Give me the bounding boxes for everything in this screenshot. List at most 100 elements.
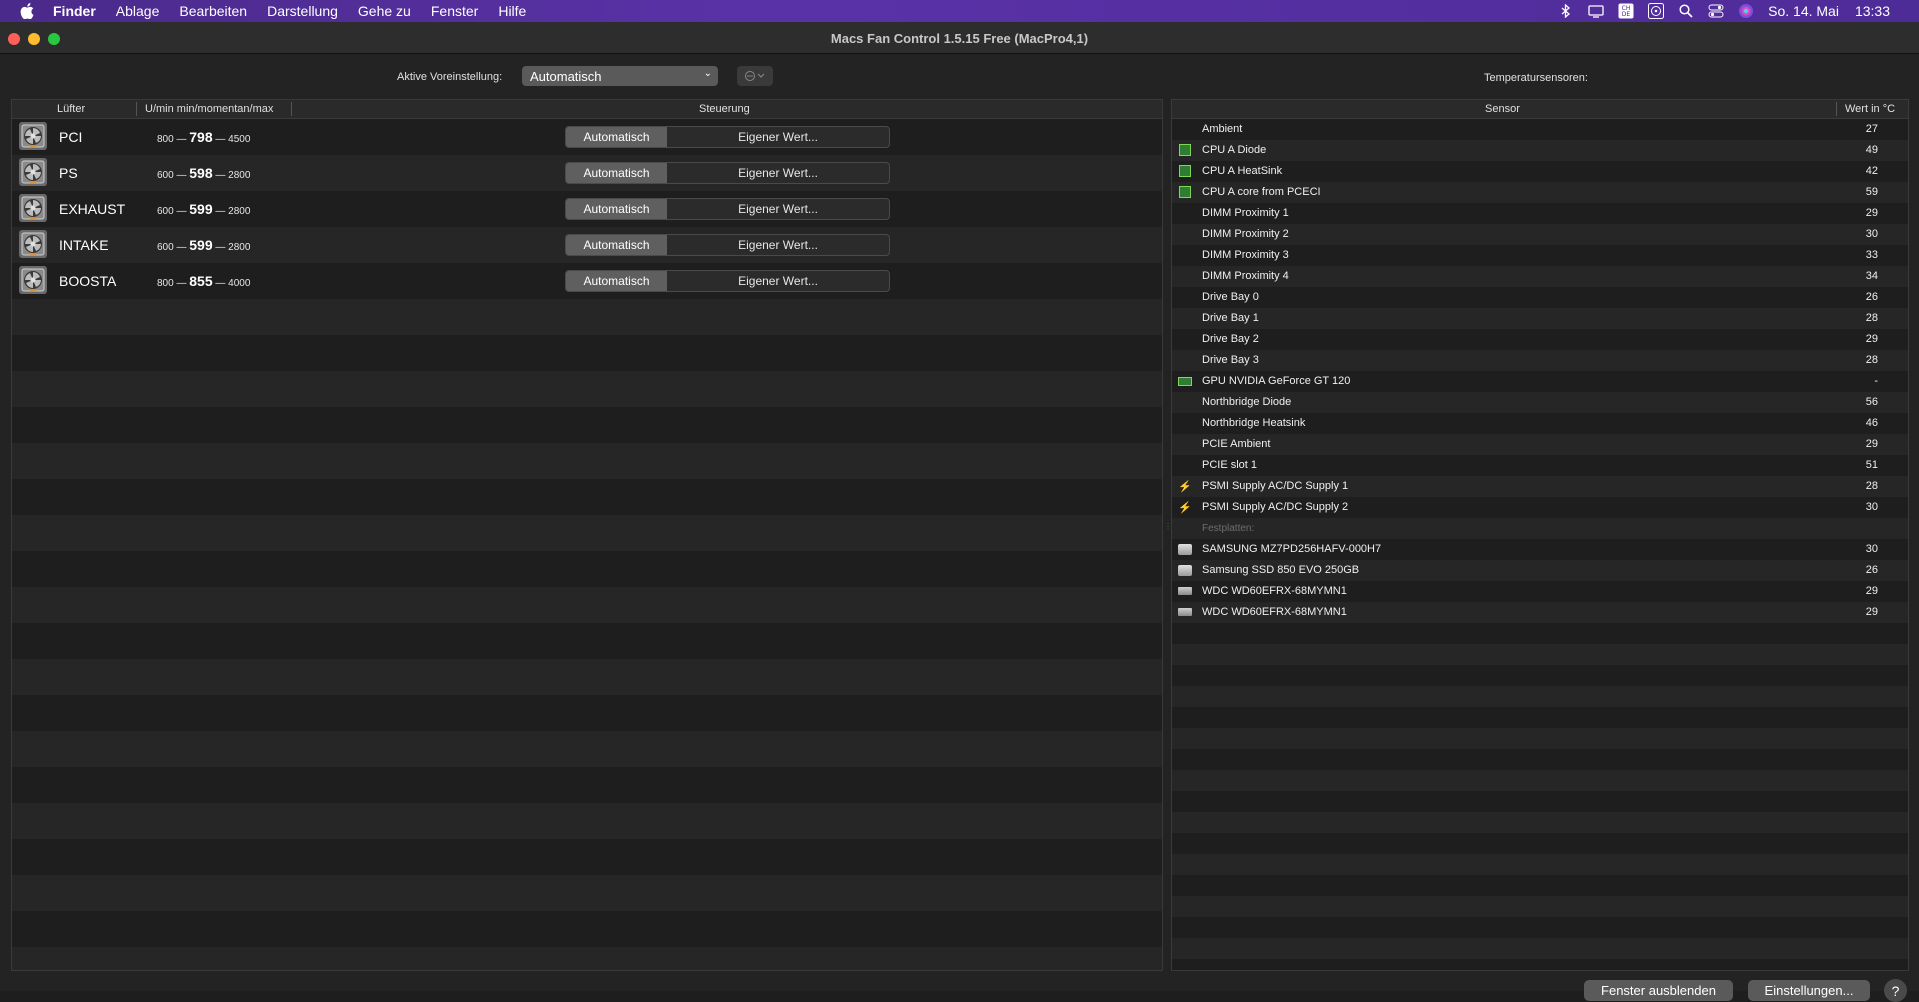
- sensor-icon: [1178, 605, 1192, 619]
- auto-control-button[interactable]: Automatisch: [566, 235, 667, 255]
- spotlight-icon[interactable]: [1678, 3, 1694, 19]
- sensor-value: 29: [1865, 585, 1878, 597]
- auto-control-button[interactable]: Automatisch: [566, 271, 667, 291]
- sensor-icon: [1178, 143, 1192, 157]
- fan-speed-min: 600 —: [157, 206, 187, 217]
- empty-row: [12, 479, 1162, 515]
- sensor-row[interactable]: Drive Bay 3 28: [1172, 350, 1908, 371]
- control-center-icon[interactable]: [1708, 3, 1724, 19]
- sensor-column-header[interactable]: Sensor: [1485, 103, 1520, 115]
- menu-finder[interactable]: Finder: [53, 3, 96, 19]
- fan-speed-max: — 4000: [215, 278, 251, 289]
- sensor-name: DIMM Proximity 2: [1202, 228, 1289, 240]
- empty-row: [1172, 875, 1908, 896]
- fan-control-segmented[interactable]: Automatisch Eigener Wert...: [565, 162, 890, 184]
- fan-row[interactable]: INTAKE 600 — 599 — 2800 Automatisch Eigener…: [12, 227, 1162, 263]
- menu-darstellung[interactable]: Darstellung: [267, 3, 338, 19]
- sensor-icon: [1178, 542, 1192, 556]
- sensor-row[interactable]: DIMM Proximity 1 29: [1172, 203, 1908, 224]
- app-window: Macs Fan Control 1.5.15 Free (MacPro4,1)…: [0, 22, 1919, 1002]
- sensor-row[interactable]: Ambient 27: [1172, 119, 1908, 140]
- panel-splitter[interactable]: ⋮: [1164, 522, 1172, 531]
- sensor-value: 30: [1865, 501, 1878, 513]
- preset-dropdown-value: Automatisch: [530, 68, 602, 84]
- menubar-time[interactable]: 13:33: [1855, 3, 1890, 19]
- custom-value-button[interactable]: Eigener Wert...: [667, 199, 889, 219]
- menu-gehe-zu[interactable]: Gehe zu: [358, 3, 411, 19]
- empty-row: [1172, 854, 1908, 875]
- fan-row[interactable]: BOOSTA 800 — 855 — 4000 Automatisch Eigener…: [12, 263, 1162, 299]
- custom-value-button[interactable]: Eigener Wert...: [667, 271, 889, 291]
- fan-icon: [19, 158, 47, 186]
- fan-icon: [19, 194, 47, 222]
- fan-speed: 600 — 599 — 2800: [157, 201, 250, 217]
- fan-speed-max: — 4500: [215, 134, 251, 145]
- preset-dropdown[interactable]: Automatisch ⌄: [522, 66, 718, 86]
- value-column-header[interactable]: Wert in °C: [1845, 103, 1895, 115]
- auto-control-button[interactable]: Automatisch: [566, 127, 667, 147]
- bluetooth-icon[interactable]: [1558, 3, 1574, 19]
- fan-column-header[interactable]: Lüfter: [57, 103, 85, 115]
- sensor-row[interactable]: PCIE Ambient 29: [1172, 434, 1908, 455]
- keyboard-layout-icon[interactable]: CH DE: [1618, 3, 1634, 19]
- menu-ablage[interactable]: Ablage: [116, 3, 160, 19]
- window-title: Macs Fan Control 1.5.15 Free (MacPro4,1): [830, 31, 1089, 46]
- sensor-row[interactable]: PCIE slot 1 51: [1172, 455, 1908, 476]
- fan-name: EXHAUST: [59, 201, 126, 217]
- sensor-row[interactable]: Samsung SSD 850 EVO 250GB 26: [1172, 560, 1908, 581]
- custom-value-button[interactable]: Eigener Wert...: [667, 235, 889, 255]
- fan-table: Lüfter U/min min/momentan/max Steuerung …: [11, 99, 1163, 971]
- speed-column-header[interactable]: U/min min/momentan/max: [145, 103, 273, 115]
- empty-row: [12, 587, 1162, 623]
- control-column-header[interactable]: Steuerung: [699, 103, 750, 115]
- sensor-row[interactable]: WDC WD60EFRX-68MYMN1 29: [1172, 581, 1908, 602]
- sensor-row[interactable]: CPU A HeatSink 42: [1172, 161, 1908, 182]
- auto-control-button[interactable]: Automatisch: [566, 163, 667, 183]
- empty-row: [1172, 623, 1908, 644]
- sensor-row[interactable]: CPU A Diode 49: [1172, 140, 1908, 161]
- sensor-row[interactable]: ⚡ PSMI Supply AC/DC Supply 2 30: [1172, 497, 1908, 518]
- fan-speed: 600 — 598 — 2800: [157, 165, 250, 181]
- sensor-row[interactable]: WDC WD60EFRX-68MYMN1 29: [1172, 602, 1908, 623]
- fan-speed-min: 600 —: [157, 242, 187, 253]
- fan-control-icon[interactable]: [1648, 3, 1665, 19]
- sensor-row[interactable]: DIMM Proximity 3 33: [1172, 245, 1908, 266]
- sensor-row[interactable]: Northbridge Diode 56: [1172, 392, 1908, 413]
- sensor-name: Drive Bay 0: [1202, 291, 1259, 303]
- empty-row: [12, 695, 1162, 731]
- fan-row[interactable]: EXHAUST 600 — 599 — 2800 Automatisch Eigene…: [12, 191, 1162, 227]
- sensor-row[interactable]: DIMM Proximity 4 34: [1172, 266, 1908, 287]
- sensor-row[interactable]: Drive Bay 1 28: [1172, 308, 1908, 329]
- siri-icon[interactable]: [1738, 3, 1754, 19]
- empty-row: [1172, 707, 1908, 728]
- custom-value-button[interactable]: Eigener Wert...: [667, 127, 889, 147]
- sensor-row[interactable]: Drive Bay 0 26: [1172, 287, 1908, 308]
- fan-control-segmented[interactable]: Automatisch Eigener Wert...: [565, 198, 890, 220]
- sensor-row[interactable]: Drive Bay 2 29: [1172, 329, 1908, 350]
- sensor-row[interactable]: SAMSUNG MZ7PD256HAFV-000H7 30: [1172, 539, 1908, 560]
- fan-control-segmented[interactable]: Automatisch Eigener Wert...: [565, 126, 890, 148]
- auto-control-button[interactable]: Automatisch: [566, 199, 667, 219]
- sensor-row[interactable]: GPU NVIDIA GeForce GT 120 -: [1172, 371, 1908, 392]
- menu-bearbeiten[interactable]: Bearbeiten: [179, 3, 247, 19]
- sensor-row[interactable]: CPU A core from PCECI 59: [1172, 182, 1908, 203]
- sensor-name: CPU A core from PCECI: [1202, 186, 1321, 198]
- sensor-row[interactable]: DIMM Proximity 2 30: [1172, 224, 1908, 245]
- fan-speed: 800 — 855 — 4000: [157, 273, 250, 289]
- title-bar[interactable]: Macs Fan Control 1.5.15 Free (MacPro4,1): [0, 22, 1919, 54]
- sensor-name: WDC WD60EFRX-68MYMN1: [1202, 585, 1347, 597]
- menu-fenster[interactable]: Fenster: [431, 3, 478, 19]
- sensor-row[interactable]: ⚡ PSMI Supply AC/DC Supply 1 28: [1172, 476, 1908, 497]
- preset-actions-button[interactable]: [737, 66, 773, 86]
- sensor-row[interactable]: Northbridge Heatsink 46: [1172, 413, 1908, 434]
- empty-row: [1172, 749, 1908, 770]
- fan-row[interactable]: PCI 800 — 798 — 4500 Automatisch Eigener We…: [12, 119, 1162, 155]
- menu-hilfe[interactable]: Hilfe: [498, 3, 526, 19]
- menubar-date[interactable]: So. 14. Mai: [1768, 3, 1839, 19]
- custom-value-button[interactable]: Eigener Wert...: [667, 163, 889, 183]
- fan-row[interactable]: PS 600 — 598 — 2800 Automatisch Eigener Wer…: [12, 155, 1162, 191]
- fan-control-segmented[interactable]: Automatisch Eigener Wert...: [565, 270, 890, 292]
- display-icon[interactable]: [1588, 3, 1604, 19]
- apple-icon[interactable]: [19, 3, 35, 19]
- fan-control-segmented[interactable]: Automatisch Eigener Wert...: [565, 234, 890, 256]
